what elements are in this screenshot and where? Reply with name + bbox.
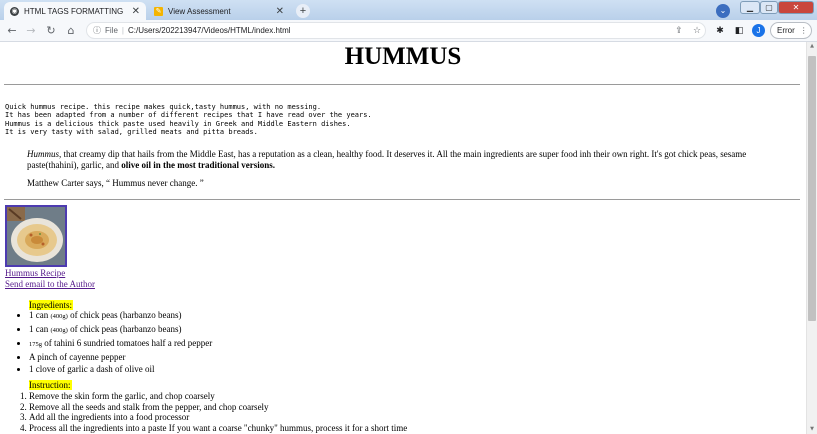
list-item: 175g of tahini 6 sundried tomatoes half … — [29, 338, 212, 351]
vertical-scrollbar[interactable]: ▲ ▼ — [806, 42, 817, 434]
intro-line: Quick hummus recipe. this recipe makes q… — [5, 103, 322, 111]
maximize-icon[interactable]: ▢ — [760, 1, 778, 14]
hummus-emphasis: Hummus, — [27, 149, 62, 159]
tab-html-tags-formatting[interactable]: ◉ HTML TAGS FORMATTING ✕ — [4, 2, 146, 20]
new-tab-button[interactable]: + — [296, 4, 310, 18]
minimize-icon[interactable]: ▁ — [740, 1, 760, 14]
list-item: A pinch of cayenne pepper — [29, 352, 212, 363]
tab-search-icon[interactable]: ⌄ — [716, 4, 730, 18]
blockquote: Hummus, that creamy dip that hails from … — [27, 149, 777, 189]
share-icon[interactable]: ⇪ — [672, 24, 686, 38]
links-block: Hummus Recipe Send email to the Author — [5, 268, 95, 289]
tab-strip: ◉ HTML TAGS FORMATTING ✕ ✎ View Assessme… — [0, 0, 817, 20]
send-email-link[interactable]: Send email to the Author — [5, 279, 95, 290]
extensions-icon[interactable]: ✱ — [713, 24, 727, 38]
intro-line: Hummus is a delicious thick paste used h… — [5, 119, 351, 128]
scroll-up-icon[interactable]: ▲ — [807, 42, 817, 51]
tab-view-assessment[interactable]: ✎ View Assessment ✕ — [148, 2, 290, 20]
list-item: Remove the skin form the garlic, and cho… — [29, 391, 407, 402]
close-icon[interactable]: ✕ — [132, 6, 140, 17]
page-viewport: HUMMUS Quick hummus recipe. this recipe … — [0, 42, 806, 434]
back-icon[interactable]: ← — [5, 23, 19, 39]
url-scheme: File — [105, 26, 118, 35]
avatar[interactable]: J — [752, 24, 765, 37]
kebab-icon[interactable]: ⋮ — [800, 26, 808, 35]
hummus-recipe-link[interactable]: Hummus Recipe — [5, 268, 95, 279]
tab-title: HTML TAGS FORMATTING — [24, 6, 124, 16]
tab-title: View Assessment — [168, 6, 231, 16]
list-item: 1 clove of garlic a dash of olive oil — [29, 364, 212, 375]
ingredients-label: Ingredients: — [29, 300, 73, 310]
ingredients-list: 1 can (400g) of chick peas (harbanzo bea… — [5, 310, 212, 376]
close-icon[interactable]: ✕ — [276, 6, 284, 17]
divider — [4, 84, 800, 85]
list-item: Remove all the seeds and stalk from the … — [29, 402, 407, 413]
url-separator: | — [121, 26, 124, 35]
window-close-icon[interactable]: ✕ — [778, 1, 814, 14]
intro-line: It has been adapted from a number of dif… — [5, 111, 372, 120]
info-icon[interactable]: ⓘ — [93, 25, 101, 36]
list-item: 1 can (400g) of chick peas (harbanzo bea… — [29, 310, 212, 323]
list-item: Process all the ingredients into a paste… — [29, 423, 407, 434]
browser-toolbar: ← → ↻ ⌂ ⓘ File | C:/Users/202213947/Vide… — [0, 20, 817, 42]
author-quote: Matthew Carter says, “ Hummus never chan… — [27, 178, 204, 188]
olive-oil-strong: olive oil in the most traditional versio… — [121, 159, 275, 170]
address-bar[interactable]: ⓘ File | C:/Users/202213947/Videos/HTML/… — [86, 22, 706, 39]
list-item: 1 can (400g) of chick peas (harbanzo bea… — [29, 324, 212, 337]
star-icon[interactable]: ☆ — [690, 24, 704, 38]
scroll-down-icon[interactable]: ▼ — [807, 425, 817, 434]
assessment-icon: ✎ — [154, 6, 163, 16]
home-icon[interactable]: ⌂ — [64, 23, 78, 39]
intro-line: It is very tasty with salad, grilled mea… — [5, 127, 258, 136]
sidepanel-icon[interactable]: ◧ — [732, 24, 746, 38]
instructions-label: Instruction: — [29, 380, 72, 390]
chrome-globe-icon: ◉ — [10, 6, 19, 16]
divider — [4, 199, 800, 200]
intro-preformatted: Quick hummus recipe. this recipe makes q… — [5, 103, 372, 136]
page-title: HUMMUS — [344, 43, 462, 70]
reload-icon[interactable]: ↻ — [44, 23, 58, 39]
error-button[interactable]: Error ⋮ — [770, 22, 812, 39]
list-item: Add all the ingredients into a food proc… — [29, 412, 407, 423]
forward-icon[interactable]: → — [24, 23, 38, 39]
url-text[interactable]: C:/Users/202213947/Videos/HTML/index.htm… — [128, 26, 291, 35]
description-paragraph: Hummus, that creamy dip that hails from … — [27, 149, 777, 170]
instructions-list: Remove the skin form the garlic, and cho… — [5, 391, 407, 433]
error-label: Error — [777, 26, 795, 35]
scroll-thumb[interactable] — [808, 56, 816, 321]
hummus-image[interactable] — [5, 205, 67, 267]
